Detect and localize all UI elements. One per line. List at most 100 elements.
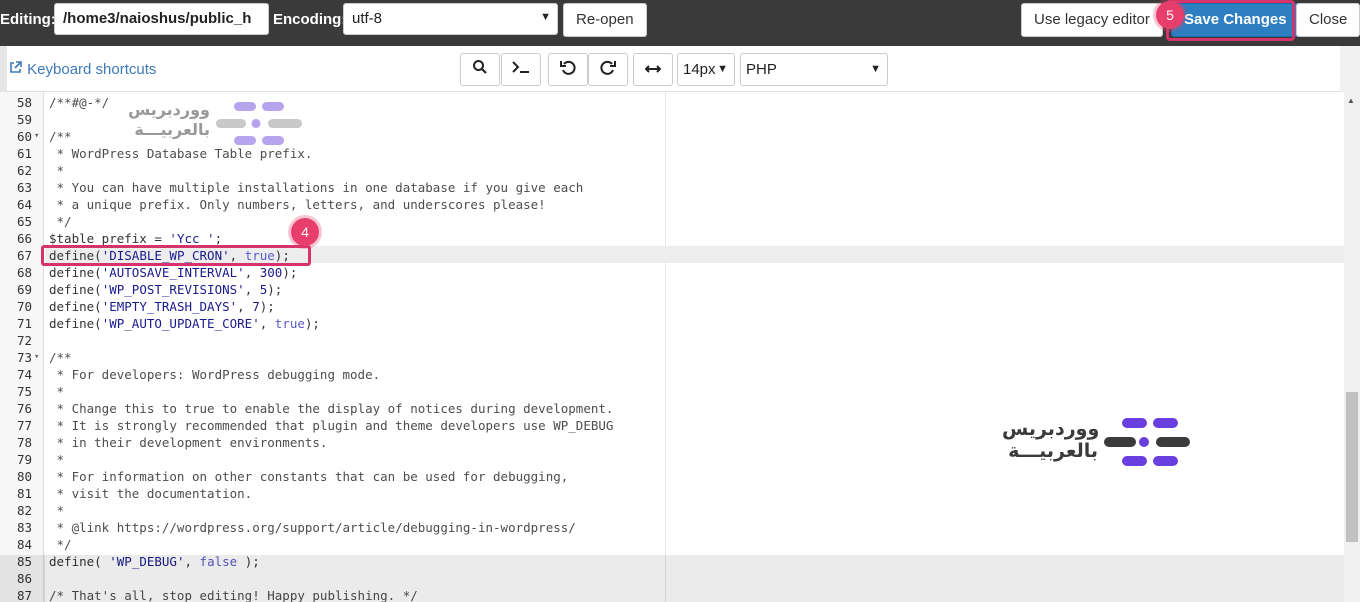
line-number: 76 (16, 401, 32, 416)
code-line[interactable]: 64 * a unique prefix. Only numbers, lett… (0, 196, 1344, 213)
code-line[interactable]: 81 * visit the documentation. (0, 485, 1344, 502)
top-bar: Editing: /home3/naioshus/public_h Encodi… (0, 0, 1360, 46)
undo-button[interactable] (548, 53, 588, 86)
code-text: */ (49, 537, 72, 552)
code-line[interactable]: 82 * (0, 502, 1344, 519)
code-text: * (49, 503, 65, 518)
step-badge-5: 5 (1156, 1, 1184, 29)
font-size-select[interactable]: 14px ▼ (677, 53, 735, 86)
line-number: 72 (16, 333, 32, 348)
code-text: * @link https://wordpress.org/support/ar… (49, 520, 576, 535)
line-number: 63 (16, 180, 32, 195)
line-number: 71 (16, 316, 32, 331)
code-text: * (49, 384, 65, 399)
close-button[interactable]: Close (1296, 3, 1360, 37)
arrows-horizontal-icon (644, 61, 662, 79)
code-line[interactable]: 74 * For developers: WordPress debugging… (0, 366, 1344, 383)
file-path-field[interactable]: /home3/naioshus/public_h (54, 3, 269, 35)
terminal-icon (511, 60, 531, 79)
line-number: 67 (16, 248, 32, 263)
line-number: 83 (16, 520, 32, 535)
search-button[interactable] (460, 53, 500, 86)
line-number: 84 (16, 537, 32, 552)
line-number: 73 (16, 350, 32, 365)
line-number: 68 (16, 265, 32, 280)
line-number: 66 (16, 231, 32, 246)
line-67-highlight-box (41, 245, 311, 266)
mode-select[interactable]: PHP ▼ (740, 53, 888, 86)
logo-text-line2: بالعربيـــة (1008, 440, 1098, 462)
logo-text-line2: بالعربيـــة (134, 120, 210, 139)
code-text: define('WP_AUTO_UPDATE_CORE', true); (49, 316, 320, 331)
code-text: * in their development environments. (49, 435, 328, 450)
code-line[interactable]: 69 define('WP_POST_REVISIONS', 5); (0, 281, 1344, 298)
wrap-toggle-button[interactable] (633, 53, 673, 86)
line-number: 60 (16, 129, 32, 144)
line-number: 82 (16, 503, 32, 518)
scroll-thumb[interactable] (1346, 392, 1358, 542)
chevron-down-icon: ▼ (540, 11, 551, 23)
code-text: define('WP_POST_REVISIONS', 5); (49, 282, 283, 297)
encoding-value: utf-8 (352, 10, 383, 27)
editing-label: Editing: (0, 11, 56, 28)
encoding-label: Encoding: (273, 11, 347, 28)
save-highlight-box (1166, 0, 1295, 41)
code-line[interactable]: 84 */ (0, 536, 1344, 553)
line-number: 70 (16, 299, 32, 314)
code-line[interactable]: 71 define('WP_AUTO_UPDATE_CORE', true); (0, 315, 1344, 332)
code-line[interactable]: 62 * (0, 162, 1344, 179)
code-line[interactable]: 83 * @link https://wordpress.org/support… (0, 519, 1344, 536)
code-text: * visit the documentation. (49, 486, 253, 501)
code-text: /** (49, 129, 72, 144)
goto-line-button[interactable] (501, 53, 541, 86)
keyboard-shortcuts-link[interactable]: Keyboard shortcuts (9, 61, 156, 78)
code-text: * (49, 452, 65, 467)
watermark-logo-bottom: ووردبريس بالعربيـــة (1000, 414, 1200, 472)
encoding-select[interactable]: utf-8 ▼ (343, 3, 558, 35)
redo-button[interactable] (588, 53, 628, 86)
fold-arrow-icon[interactable]: ▾ (34, 128, 39, 145)
chevron-down-icon: ▼ (717, 63, 728, 75)
line-number: 61 (16, 146, 32, 161)
code-line[interactable]: 73 ▾ /** (0, 349, 1344, 366)
font-size-value: 14px (683, 61, 716, 78)
code-line[interactable]: 72 (0, 332, 1344, 349)
code-line[interactable]: 65 */ (0, 213, 1344, 230)
code-text: * a unique prefix. Only numbers, letters… (49, 197, 546, 212)
scrollbar-track-top (1340, 46, 1360, 92)
line-number: 64 (16, 197, 32, 212)
code-text: /** (49, 350, 72, 365)
logo-text-line1: ووردبريس (128, 100, 210, 119)
code-line[interactable]: 63 * You can have multiple installations… (0, 179, 1344, 196)
search-icon (472, 59, 488, 80)
fold-arrow-icon[interactable]: ▾ (34, 349, 39, 366)
keyboard-shortcuts-label: Keyboard shortcuts (27, 61, 157, 78)
code-text: * For information on other constants tha… (49, 469, 569, 484)
editor-toolbar: Keyboard shortcuts 14px ▼ PHP ▼ (7, 46, 1340, 92)
reopen-button[interactable]: Re-open (563, 3, 647, 37)
code-text: /**#@-*/ (49, 95, 110, 110)
line-number: 65 (16, 214, 32, 229)
line-number: 77 (16, 418, 32, 433)
code-text: * For developers: WordPress debugging mo… (49, 367, 381, 382)
code-line[interactable]: 68 define('AUTOSAVE_INTERVAL', 300); (0, 264, 1344, 281)
code-line[interactable]: 70 define('EMPTY_TRASH_DAYS', 7); (0, 298, 1344, 315)
line-number: 78 (16, 435, 32, 450)
redo-icon (600, 59, 616, 80)
vertical-scrollbar[interactable]: ▲ (1344, 92, 1360, 602)
code-editor[interactable]: 58/**#@-*/59 60 ▾/** 61 * WordPress Databas… (0, 92, 1344, 602)
watermark-logo-top: ووردبريس بالعربيـــة (118, 98, 308, 150)
code-text: define('AUTOSAVE_INTERVAL', 300); (49, 265, 298, 280)
line-number: 75 (16, 384, 32, 399)
mode-value: PHP (746, 61, 777, 78)
line-number: 69 (16, 282, 32, 297)
line-number: 59 (16, 112, 32, 127)
scroll-up-icon[interactable]: ▲ (1347, 96, 1355, 105)
code-line[interactable]: 75 * (0, 383, 1344, 400)
code-text: * It is strongly recommended that plugin… (49, 418, 614, 433)
line-number: 62 (16, 163, 32, 178)
undo-icon (560, 59, 576, 80)
legacy-editor-button[interactable]: Use legacy editor (1021, 3, 1163, 37)
line-number: 79 (16, 452, 32, 467)
chevron-down-icon: ▼ (870, 63, 881, 75)
